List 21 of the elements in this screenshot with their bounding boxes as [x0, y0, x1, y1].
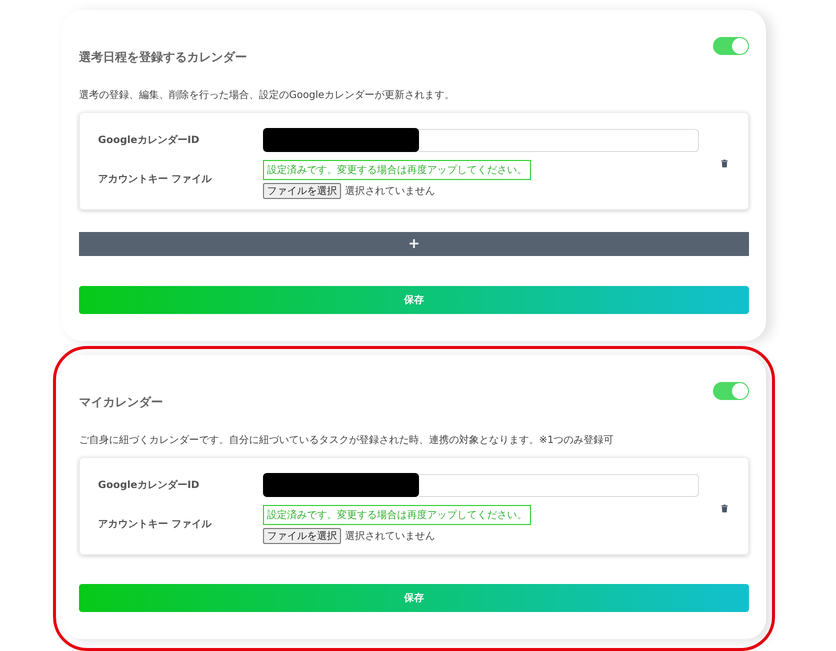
section-description: 選考の登録、編集、削除を行った場合、設定のGoogleカレンダーが更新されます。	[79, 88, 456, 102]
field-label: GoogleカレンダーID	[98, 134, 200, 147]
file-choose-button[interactable]: ファイルを選択	[263, 528, 341, 544]
file-status: 選択されていません	[345, 185, 435, 198]
file-status: 選択されていません	[345, 530, 435, 543]
trash-icon[interactable]	[721, 503, 728, 514]
trash-icon[interactable]	[721, 158, 728, 169]
field-label: アカウントキー ファイル	[98, 172, 213, 186]
section-description: ご自身に紐づくカレンダーです。自分に紐づいているタスクが登録された時、連携の対象となります。※1つのみ登録可	[79, 434, 615, 447]
field-label: GoogleカレンダーID	[98, 478, 200, 492]
section-title: マイカレンダー	[79, 394, 163, 411]
status-notice: 設定済みです。変更する場合は再度アップしてください。	[263, 160, 531, 180]
input-field[interactable]	[419, 474, 699, 496]
status-notice: 設定済みです。変更する場合は再度アップしてください。	[263, 505, 531, 525]
add-button[interactable]: +	[79, 232, 749, 256]
toggle-switch[interactable]	[713, 37, 749, 55]
field-label: アカウントキー ファイル	[98, 518, 213, 530]
toggle-switch[interactable]	[713, 382, 749, 400]
file-choose-button[interactable]: ファイルを選択	[263, 183, 341, 199]
input-field[interactable]	[419, 128, 699, 152]
section-title: 選考日程を登録するカレンダー	[79, 49, 247, 66]
